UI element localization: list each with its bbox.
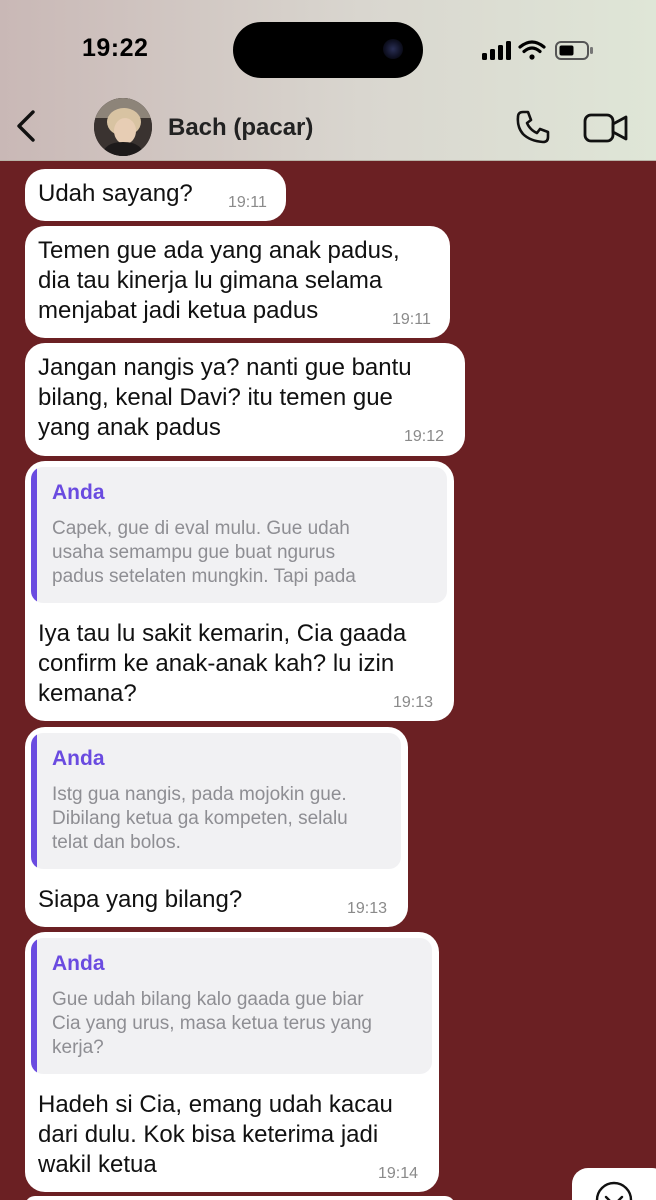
quote-accent-bar (31, 467, 37, 603)
camera-icon (383, 39, 403, 59)
phone-icon[interactable] (514, 108, 552, 146)
quote-accent-bar (31, 733, 37, 869)
video-camera-icon[interactable] (583, 110, 629, 146)
chat-screen: 19:22 Bach (pacar) Udah sayang? 19:11 Te… (0, 0, 656, 1200)
quote-text: Istg gua nangis, pada mojokin gue. Dibil… (52, 784, 348, 853)
message-time: 19:12 (404, 428, 445, 445)
message-time: 19:11 (392, 311, 431, 328)
status-icons (482, 40, 593, 60)
message-text: Siapa yang bilang? (38, 886, 243, 913)
scroll-to-bottom-button[interactable] (572, 1168, 656, 1200)
avatar-image (94, 98, 152, 156)
quote-sender: Anda (52, 952, 105, 975)
message-time: 19:13 (393, 694, 434, 711)
quote-text: Capek, gue di eval mulu. Gue udah usaha … (52, 518, 356, 587)
message-time: 19:11 (228, 194, 267, 211)
chat-header: 19:22 Bach (pacar) (0, 0, 656, 161)
message-text: Udah sayang? (38, 180, 193, 207)
dynamic-island (233, 22, 423, 78)
message-text: Jangan nangis ya? nanti gue bantu bilang… (38, 354, 412, 441)
quote-sender: Anda (52, 481, 105, 504)
message-text: Hadeh si Cia, emang udah kacau dari dulu… (38, 1091, 393, 1178)
quote-accent-bar (31, 938, 37, 1074)
message-bubble[interactable]: Udah sayang? 19:11 (25, 169, 286, 221)
reply-message-bubble[interactable]: Anda Istg gua nangis, pada mojokin gue. … (25, 727, 408, 927)
battery-icon (555, 41, 593, 60)
signal-icon (482, 41, 511, 60)
quoted-message[interactable]: Anda Istg gua nangis, pada mojokin gue. … (31, 733, 401, 869)
quoted-message[interactable]: Anda Capek, gue di eval mulu. Gue udah u… (31, 467, 447, 603)
message-time: 19:13 (347, 900, 388, 917)
quoted-message[interactable]: Anda Gue udah bilang kalo gaada gue biar… (31, 938, 432, 1074)
reply-message-bubble[interactable]: Anda Gue udah bilang kalo gaada gue biar… (25, 932, 439, 1192)
message-time: 19:14 (378, 1165, 419, 1182)
message-bubble[interactable]: Jangan nangis ya? nanti gue bantu bilang… (25, 343, 465, 456)
message-bubble[interactable]: Temen gue ada yang anak padus, dia tau k… (25, 226, 450, 338)
avatar[interactable] (94, 98, 152, 156)
status-time: 19:22 (82, 34, 149, 62)
quote-text: Gue udah bilang kalo gaada gue biar Cia … (52, 989, 373, 1058)
quote-sender: Anda (52, 747, 105, 770)
wifi-icon (518, 40, 546, 60)
message-text: Iya tau lu sakit kemarin, Cia gaada conf… (38, 620, 407, 707)
message-text: Temen gue ada yang anak padus, dia tau k… (38, 237, 400, 324)
reply-message-bubble[interactable]: Anda Capek, gue di eval mulu. Gue udah u… (25, 461, 454, 721)
contact-name[interactable]: Bach (pacar) (168, 114, 313, 142)
back-chevron-icon[interactable] (8, 104, 44, 148)
chevron-down-icon (595, 1181, 633, 1200)
next-message-bubble-edge (25, 1196, 455, 1200)
